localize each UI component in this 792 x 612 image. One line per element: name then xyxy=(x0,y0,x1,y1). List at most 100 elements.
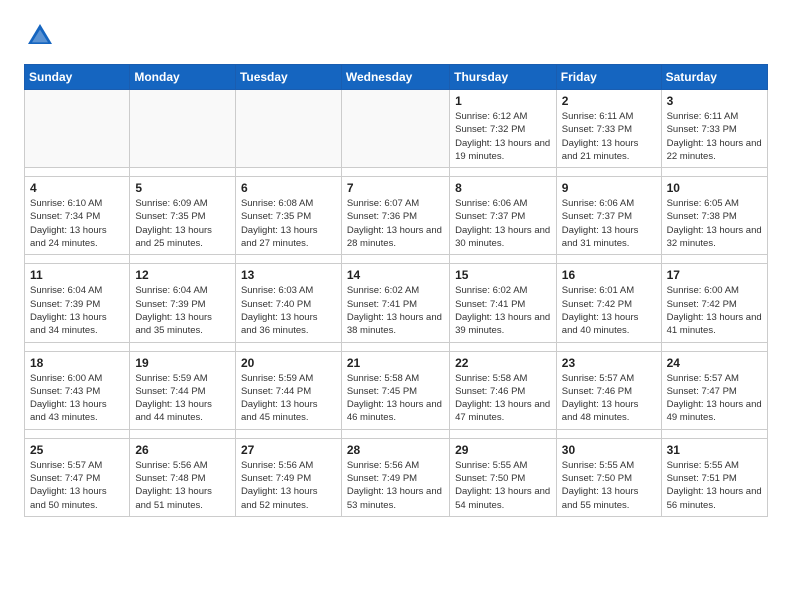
day-number: 17 xyxy=(667,268,762,282)
day-info: Sunrise: 6:11 AM Sunset: 7:33 PM Dayligh… xyxy=(667,110,762,163)
day-info: Sunrise: 5:55 AM Sunset: 7:50 PM Dayligh… xyxy=(562,459,656,512)
day-info: Sunrise: 6:04 AM Sunset: 7:39 PM Dayligh… xyxy=(30,284,124,337)
day-number: 29 xyxy=(455,443,551,457)
day-header-wednesday: Wednesday xyxy=(341,65,449,90)
day-info: Sunrise: 5:56 AM Sunset: 7:49 PM Dayligh… xyxy=(347,459,444,512)
calendar-cell: 16 Sunrise: 6:01 AM Sunset: 7:42 PM Dayli… xyxy=(556,264,661,342)
day-info: Sunrise: 6:07 AM Sunset: 7:36 PM Dayligh… xyxy=(347,197,444,250)
day-number: 31 xyxy=(667,443,762,457)
calendar-cell xyxy=(341,90,449,168)
logo xyxy=(24,20,60,52)
day-info: Sunrise: 5:56 AM Sunset: 7:49 PM Dayligh… xyxy=(241,459,336,512)
day-number: 3 xyxy=(667,94,762,108)
day-info: Sunrise: 5:55 AM Sunset: 7:50 PM Dayligh… xyxy=(455,459,551,512)
calendar-cell: 22Sunrise: 5:58 AM Sunset: 7:46 PM Dayli… xyxy=(450,351,557,429)
calendar-cell: 20Sunrise: 5:59 AM Sunset: 7:44 PM Dayli… xyxy=(235,351,341,429)
day-number: 5 xyxy=(135,181,230,195)
day-info: Sunrise: 5:57 AM Sunset: 7:47 PM Dayligh… xyxy=(30,459,124,512)
calendar-cell xyxy=(25,90,130,168)
day-number: 6 xyxy=(241,181,336,195)
calendar-cell: 25 Sunrise: 5:57 AM Sunset: 7:47 PM Dayli… xyxy=(25,438,130,516)
day-header-tuesday: Tuesday xyxy=(235,65,341,90)
day-info: Sunrise: 6:09 AM Sunset: 7:35 PM Dayligh… xyxy=(135,197,230,250)
calendar-cell: 26 Sunrise: 5:56 AM Sunset: 7:48 PM Dayli… xyxy=(130,438,236,516)
day-info: Sunrise: 6:05 AM Sunset: 7:38 PM Dayligh… xyxy=(667,197,762,250)
day-info: Sunrise: 6:02 AM Sunset: 7:41 PM Dayligh… xyxy=(347,284,444,337)
calendar-table: SundayMondayTuesdayWednesdayThursdayFrid… xyxy=(24,64,768,517)
calendar-week-row: 18 Sunrise: 6:00 AM Sunset: 7:43 PM Dayli… xyxy=(25,351,768,429)
day-info: Sunrise: 6:01 AM Sunset: 7:42 PM Dayligh… xyxy=(562,284,656,337)
day-header-thursday: Thursday xyxy=(450,65,557,90)
day-number: 21 xyxy=(347,356,444,370)
day-info: Sunrise: 5:59 AM Sunset: 7:44 PM Dayligh… xyxy=(241,372,336,425)
calendar-cell: 5 Sunrise: 6:09 AM Sunset: 7:35 PM Daylig… xyxy=(130,177,236,255)
day-info: Sunrise: 6:00 AM Sunset: 7:42 PM Dayligh… xyxy=(667,284,762,337)
day-number: 9 xyxy=(562,181,656,195)
calendar-cell: 7Sunrise: 6:07 AM Sunset: 7:36 PM Daylig… xyxy=(341,177,449,255)
day-number: 26 xyxy=(135,443,230,457)
day-number: 15 xyxy=(455,268,551,282)
day-info: Sunrise: 5:58 AM Sunset: 7:46 PM Dayligh… xyxy=(455,372,551,425)
calendar-cell: 10Sunrise: 6:05 AM Sunset: 7:38 PM Dayli… xyxy=(661,177,767,255)
day-info: Sunrise: 6:06 AM Sunset: 7:37 PM Dayligh… xyxy=(562,197,656,250)
calendar-cell: 27 Sunrise: 5:56 AM Sunset: 7:49 PM Dayli… xyxy=(235,438,341,516)
calendar-cell: 2 Sunrise: 6:11 AM Sunset: 7:33 PM Daylig… xyxy=(556,90,661,168)
calendar-cell: 23 Sunrise: 5:57 AM Sunset: 7:46 PM Dayli… xyxy=(556,351,661,429)
day-header-friday: Friday xyxy=(556,65,661,90)
calendar-week-row: 25 Sunrise: 5:57 AM Sunset: 7:47 PM Dayli… xyxy=(25,438,768,516)
calendar-cell: 19Sunrise: 5:59 AM Sunset: 7:44 PM Dayli… xyxy=(130,351,236,429)
calendar-cell: 6 Sunrise: 6:08 AM Sunset: 7:35 PM Daylig… xyxy=(235,177,341,255)
calendar-cell: 3 Sunrise: 6:11 AM Sunset: 7:33 PM Daylig… xyxy=(661,90,767,168)
day-number: 23 xyxy=(562,356,656,370)
day-info: Sunrise: 5:57 AM Sunset: 7:46 PM Dayligh… xyxy=(562,372,656,425)
calendar-cell xyxy=(235,90,341,168)
calendar-cell: 13 Sunrise: 6:03 AM Sunset: 7:40 PM Dayli… xyxy=(235,264,341,342)
day-info: Sunrise: 5:57 AM Sunset: 7:47 PM Dayligh… xyxy=(667,372,762,425)
day-header-sunday: Sunday xyxy=(25,65,130,90)
calendar-cell: 15 Sunrise: 6:02 AM Sunset: 7:41 PM Dayli… xyxy=(450,264,557,342)
calendar-cell: 14Sunrise: 6:02 AM Sunset: 7:41 PM Dayli… xyxy=(341,264,449,342)
page: SundayMondayTuesdayWednesdayThursdayFrid… xyxy=(0,0,792,533)
day-info: Sunrise: 6:10 AM Sunset: 7:34 PM Dayligh… xyxy=(30,197,124,250)
calendar-cell: 8 Sunrise: 6:06 AM Sunset: 7:37 PM Daylig… xyxy=(450,177,557,255)
day-info: Sunrise: 6:02 AM Sunset: 7:41 PM Dayligh… xyxy=(455,284,551,337)
day-number: 8 xyxy=(455,181,551,195)
day-number: 27 xyxy=(241,443,336,457)
calendar-cell: 21Sunrise: 5:58 AM Sunset: 7:45 PM Dayli… xyxy=(341,351,449,429)
calendar-cell: 9 Sunrise: 6:06 AM Sunset: 7:37 PM Daylig… xyxy=(556,177,661,255)
day-number: 28 xyxy=(347,443,444,457)
day-info: Sunrise: 6:08 AM Sunset: 7:35 PM Dayligh… xyxy=(241,197,336,250)
logo-icon xyxy=(24,20,56,52)
day-info: Sunrise: 5:55 AM Sunset: 7:51 PM Dayligh… xyxy=(667,459,762,512)
day-number: 4 xyxy=(30,181,124,195)
day-info: Sunrise: 6:03 AM Sunset: 7:40 PM Dayligh… xyxy=(241,284,336,337)
calendar-cell: 31 Sunrise: 5:55 AM Sunset: 7:51 PM Dayli… xyxy=(661,438,767,516)
day-info: Sunrise: 5:56 AM Sunset: 7:48 PM Dayligh… xyxy=(135,459,230,512)
day-number: 30 xyxy=(562,443,656,457)
calendar-cell: 28 Sunrise: 5:56 AM Sunset: 7:49 PM Dayli… xyxy=(341,438,449,516)
calendar-cell: 24Sunrise: 5:57 AM Sunset: 7:47 PM Dayli… xyxy=(661,351,767,429)
day-number: 18 xyxy=(30,356,124,370)
day-header-saturday: Saturday xyxy=(661,65,767,90)
day-number: 2 xyxy=(562,94,656,108)
calendar-cell: 30 Sunrise: 5:55 AM Sunset: 7:50 PM Dayli… xyxy=(556,438,661,516)
calendar-cell: 18 Sunrise: 6:00 AM Sunset: 7:43 PM Dayli… xyxy=(25,351,130,429)
calendar-cell: 12Sunrise: 6:04 AM Sunset: 7:39 PM Dayli… xyxy=(130,264,236,342)
day-info: Sunrise: 5:59 AM Sunset: 7:44 PM Dayligh… xyxy=(135,372,230,425)
calendar-cell: 17 Sunrise: 6:00 AM Sunset: 7:42 PM Dayli… xyxy=(661,264,767,342)
day-info: Sunrise: 6:06 AM Sunset: 7:37 PM Dayligh… xyxy=(455,197,551,250)
day-info: Sunrise: 6:12 AM Sunset: 7:32 PM Dayligh… xyxy=(455,110,551,163)
day-info: Sunrise: 6:11 AM Sunset: 7:33 PM Dayligh… xyxy=(562,110,656,163)
day-number: 13 xyxy=(241,268,336,282)
day-number: 11 xyxy=(30,268,124,282)
day-number: 12 xyxy=(135,268,230,282)
calendar-week-row: 4 Sunrise: 6:10 AM Sunset: 7:34 PM Daylig… xyxy=(25,177,768,255)
calendar-week-row: 11 Sunrise: 6:04 AM Sunset: 7:39 PM Dayli… xyxy=(25,264,768,342)
calendar-cell: 11 Sunrise: 6:04 AM Sunset: 7:39 PM Dayli… xyxy=(25,264,130,342)
day-number: 16 xyxy=(562,268,656,282)
day-number: 1 xyxy=(455,94,551,108)
calendar-header-row: SundayMondayTuesdayWednesdayThursdayFrid… xyxy=(25,65,768,90)
day-number: 25 xyxy=(30,443,124,457)
calendar-cell: 29 Sunrise: 5:55 AM Sunset: 7:50 PM Dayli… xyxy=(450,438,557,516)
day-info: Sunrise: 6:00 AM Sunset: 7:43 PM Dayligh… xyxy=(30,372,124,425)
